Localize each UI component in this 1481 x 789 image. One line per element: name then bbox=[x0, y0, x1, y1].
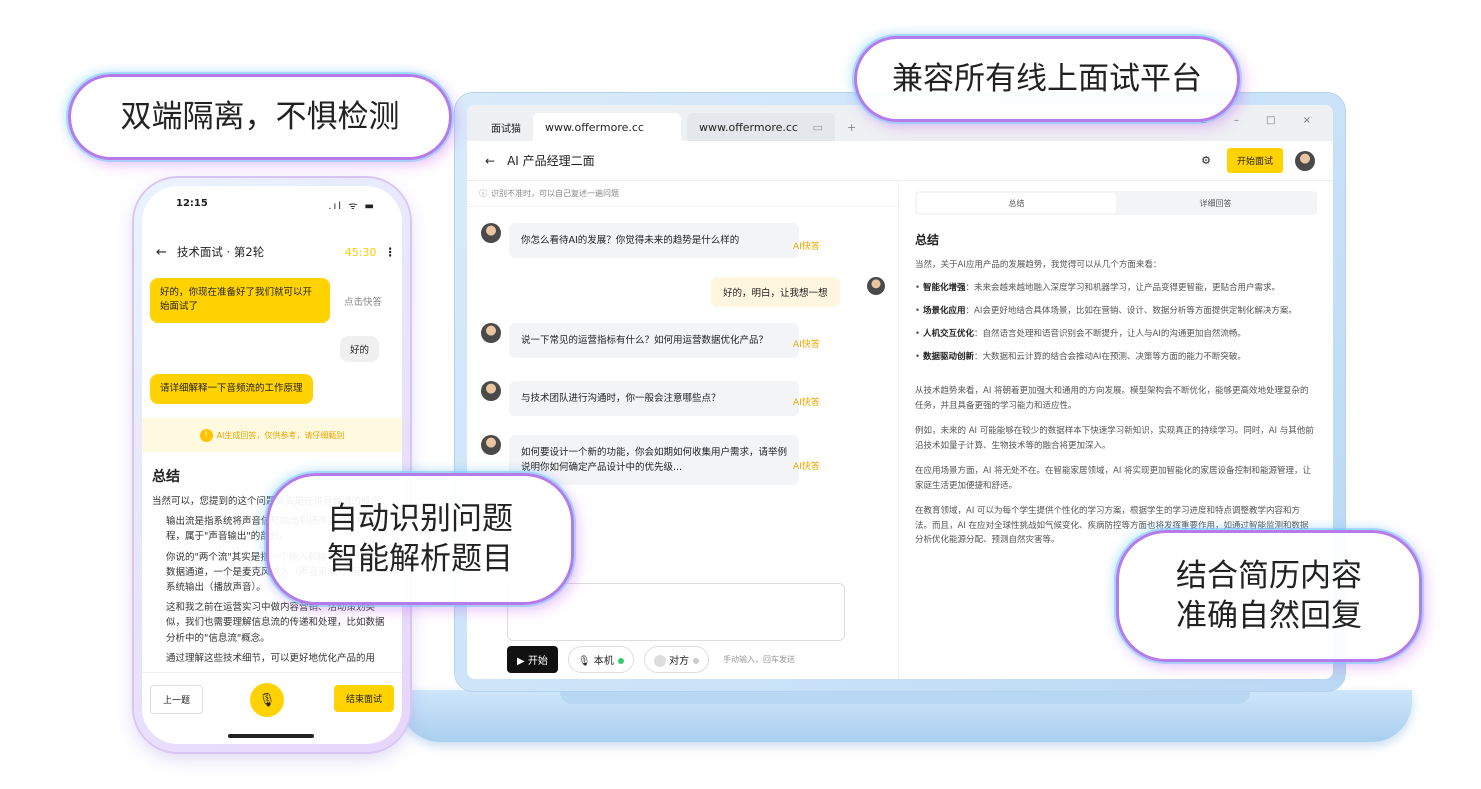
summary-paragraph: 通过理解这些技术细节，可以更好地优化产品的用 bbox=[166, 652, 376, 664]
info-icon: ⓘ bbox=[479, 189, 487, 198]
ai-quick-answer-link[interactable]: AI快答 bbox=[793, 239, 820, 252]
callout-auto-identify: 自动识别问题 智能解析题目 bbox=[266, 473, 574, 605]
bullet-title: 数据驱动创新 bbox=[923, 351, 975, 362]
remote-label: 对方 bbox=[668, 656, 689, 667]
answer-paragraph: 例如，未来的 AI 可能能够在较少的数据样本下快速学习新知识，实现真正的持续学习… bbox=[915, 426, 1314, 451]
bullet-title: 场景化应用 bbox=[923, 305, 966, 316]
answer-bullet: 人机交互优化：自然语言处理和语音识别会不断提升，让人与AI的沟通更加自然流畅。 bbox=[915, 327, 1317, 342]
interviewer-avatar bbox=[481, 435, 501, 455]
tab-url-2-label: www.offermore.cc bbox=[699, 120, 798, 134]
callout-line: 准确自然回复 bbox=[1176, 598, 1362, 634]
interviewer-message: 好的，你现在准备好了我们就可以开始面试了 bbox=[150, 278, 330, 323]
app-header: ← AI 产品经理二面 ⚙ 开始面试 bbox=[467, 141, 1333, 181]
start-button-wrap: ▶ 开始 🎙︎ 本机 对方 手动输入，回车发送 bbox=[507, 646, 795, 673]
question-text: 说一下常见的运营指标有什么？如何用运营数据优化产品？ bbox=[509, 323, 799, 359]
local-mic-toggle[interactable]: 🎙︎ 本机 bbox=[567, 646, 634, 673]
answer-paragraph: 在应用场景方面，AI 将无处不在。在智能家居领域，AI 将实现更加智能化的家居设… bbox=[915, 465, 1312, 491]
tab-url-1[interactable]: www.offermore.cc bbox=[533, 113, 681, 141]
status-dot bbox=[692, 658, 699, 664]
page-title: AI 产品经理二面 bbox=[507, 154, 595, 168]
bullet-title: 智能化增强 bbox=[923, 282, 966, 293]
answer-bullet: 场景化应用：AI会更好地结合具体场景，比如在营销、设计、数据分析等方面提供定制化… bbox=[915, 304, 1317, 319]
stage: 面试猫 www.offermore.cc www.offermore.cc ▭ +… bbox=[0, 0, 1481, 789]
mic-icon: 🎙︎ bbox=[577, 656, 591, 667]
question-item[interactable]: 你怎么看待AI的发展？你觉得未来的趋势是什么样的 bbox=[481, 223, 799, 259]
user-reply-bubble: 好的 bbox=[340, 336, 380, 362]
callout-resume: 结合简历内容 准确自然回复 bbox=[1116, 530, 1422, 662]
answer-bullet: 数据驱动创新：大数据和云计算的结合会推动AI在预测、决策等方面的能力不断突破。 bbox=[915, 350, 1317, 365]
tab-detail[interactable]: 详细回答 bbox=[1116, 193, 1315, 213]
question-text: 如何要设计一个新的功能，你会如期如何收集用户需求，请举例说明你如何确定产品设计中… bbox=[509, 435, 799, 486]
bullet-title: 人机交互优化 bbox=[923, 328, 975, 339]
phone-summary-heading: 总结 bbox=[152, 469, 180, 485]
notice-text: 识别不准时，可以自己复述一遍问题 bbox=[491, 189, 619, 198]
interviewer-avatar bbox=[481, 323, 501, 343]
callout-dual-isolation: 双端隔离，不惧检测 bbox=[68, 74, 452, 160]
status-icons: .ıl ᯤ ▬ bbox=[328, 201, 376, 212]
interview-timer: 45:30 bbox=[344, 245, 377, 259]
status-dot bbox=[617, 658, 624, 664]
callout-line: 自动识别问题 bbox=[327, 500, 513, 537]
question-item[interactable]: 说一下常见的运营指标有什么？如何用运营数据优化产品？ bbox=[481, 323, 799, 359]
mic-icon: 🎙︎ bbox=[258, 692, 276, 708]
tab-app[interactable]: 面试猫 bbox=[479, 113, 533, 141]
user-avatar[interactable] bbox=[1295, 150, 1315, 171]
phone-header: ← 技术面试 · 第2轮 45:30 ⋮ bbox=[156, 244, 396, 260]
summary-paragraph: 这和我之前在运营实习中做内容营销、活动策划类似，我们也需要理解信息流的传递和处理… bbox=[166, 602, 385, 644]
input-hint: 手动输入，回车发送 bbox=[722, 655, 795, 664]
tab-url-2[interactable]: www.offermore.cc ▭ bbox=[687, 113, 835, 141]
question-text: 与技术团队进行沟通时，你一般会注意哪些点？ bbox=[509, 381, 799, 417]
previous-question-button[interactable]: 上一题 bbox=[150, 685, 204, 714]
phone-app-screen: 12:15 .ıl ᯤ ▬ ← 技术面试 · 第2轮 45:30 ⋮ 好的，你现… bbox=[142, 186, 402, 744]
question-item[interactable]: 与技术团队进行沟通时，你一般会注意哪些点？ bbox=[481, 381, 799, 417]
start-listen-button[interactable]: ▶ 开始 bbox=[507, 646, 558, 673]
answer-paragraph: 从技术趋势来看，AI 将朝着更加强大和通用的方向发展。模型架构会不断优化，能够更… bbox=[915, 386, 1309, 412]
answer-heading: 总结 bbox=[915, 233, 940, 247]
bullet-text: ：自然语言处理和语音识别会不断提升，让人与AI的沟通更加自然流畅。 bbox=[974, 328, 1246, 339]
laptop-hinge bbox=[560, 690, 1250, 704]
interviewer-avatar bbox=[481, 223, 501, 243]
back-arrow-icon[interactable]: ← bbox=[485, 154, 495, 168]
answer-intro: 当然，关于AI应用产品的发展趋势，我觉得可以从几个方面来看： bbox=[915, 260, 1162, 270]
quick-answer-link[interactable]: 点击快答 bbox=[344, 294, 382, 308]
answer-bullet: 智能化增强：未来会越来越地融入深度学习和机器学习，让产品变得更智能，更贴合用户需… bbox=[915, 281, 1317, 296]
mic-button[interactable]: 🎙︎ bbox=[250, 683, 284, 717]
bullet-text: ：未来会越来越地融入深度学习和机器学习，让产品变得更智能，更贴合用户需求。 bbox=[965, 282, 1281, 293]
disclaimer-text: AI生成回答，仅供参考，请仔细甄别 bbox=[216, 430, 345, 440]
interviewer-question[interactable]: 请详细解释一下音频流的工作原理 bbox=[150, 374, 313, 405]
answer-tabs: 总结 详细回答 bbox=[915, 191, 1317, 215]
start-interview-button[interactable]: 开始面试 bbox=[1226, 148, 1283, 173]
status-time: 12:15 bbox=[176, 198, 208, 209]
bullet-text: ：AI会更好地结合具体场景，比如在营销、设计、数据分析等方面提供定制化解决方案。 bbox=[965, 305, 1297, 316]
more-icon[interactable]: ⋮ bbox=[385, 245, 397, 259]
toggle-knob-icon bbox=[653, 655, 666, 667]
phone: 12:15 .ıl ᯤ ▬ ← 技术面试 · 第2轮 45:30 ⋮ 好的，你现… bbox=[134, 178, 410, 752]
window-controls[interactable]: C – □ × bbox=[1200, 115, 1323, 126]
interviewer-avatar bbox=[481, 381, 501, 401]
callout-line: 智能解析题目 bbox=[327, 541, 513, 577]
ai-disclaimer: ! AI生成回答，仅供参考，请仔细甄别 bbox=[142, 418, 402, 452]
home-indicator bbox=[228, 734, 314, 738]
tab-summary[interactable]: 总结 bbox=[917, 193, 1116, 213]
gear-icon[interactable]: ⚙ bbox=[1201, 154, 1211, 167]
ai-quick-answer-link[interactable]: AI快答 bbox=[793, 459, 820, 472]
end-interview-button[interactable]: 结束面试 bbox=[333, 685, 394, 712]
recognition-notice: ⓘ 识别不准时，可以自己复述一遍问题 bbox=[467, 181, 898, 207]
remote-audio-toggle[interactable]: 对方 bbox=[643, 646, 709, 673]
self-avatar bbox=[867, 277, 885, 295]
bullet-text: ：大数据和云计算的结合会推动AI在预测、决策等方面的能力不断突破。 bbox=[974, 351, 1246, 362]
ai-quick-answer-link[interactable]: AI快答 bbox=[793, 395, 820, 408]
question-text: 你怎么看待AI的发展？你觉得未来的趋势是什么样的 bbox=[509, 223, 799, 259]
new-tab-button[interactable]: + bbox=[835, 113, 868, 141]
callout-compatible: 兼容所有线上面试平台 bbox=[854, 36, 1240, 122]
callout-line: 结合简历内容 bbox=[1176, 557, 1362, 594]
phone-bottom-bar: 上一题 🎙︎ 结束面试 bbox=[142, 672, 402, 744]
back-arrow-icon[interactable]: ← bbox=[156, 245, 167, 260]
tab-screen-icon: ▭ bbox=[812, 120, 823, 134]
ai-quick-answer-link[interactable]: AI快答 bbox=[793, 337, 820, 350]
warning-icon: ! bbox=[199, 428, 213, 442]
self-reply-bubble: 好的，明白，让我想一想 bbox=[711, 277, 840, 307]
phone-title: 技术面试 · 第2轮 bbox=[176, 245, 265, 259]
local-label: 本机 bbox=[593, 656, 614, 667]
